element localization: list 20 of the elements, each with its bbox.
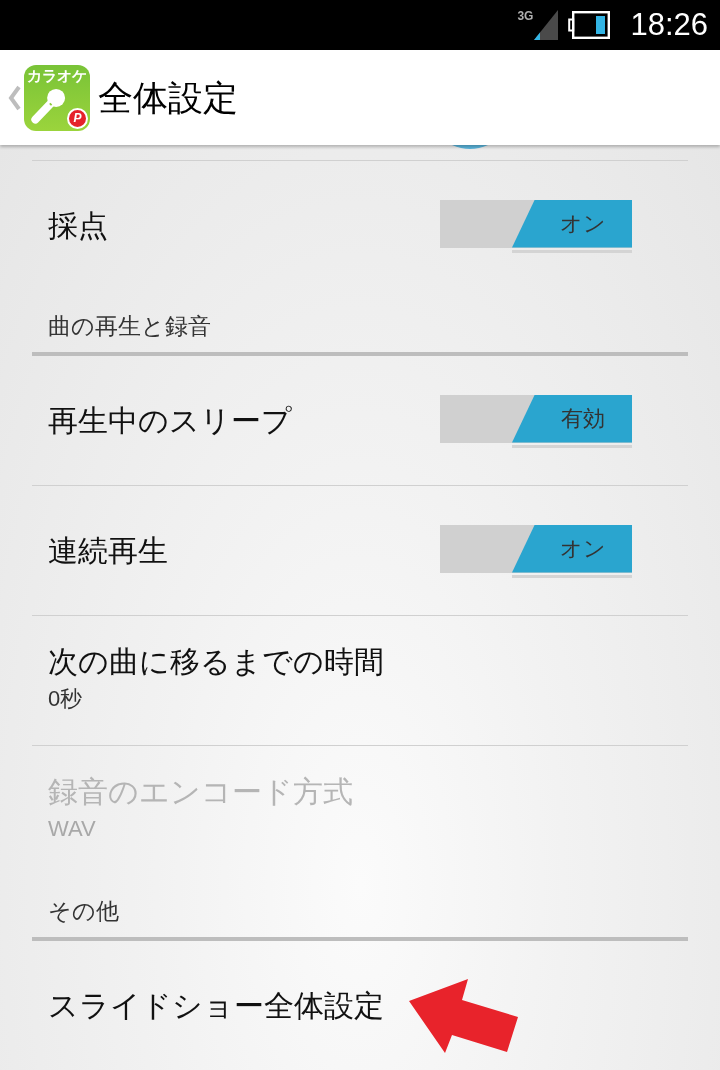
- app-icon-badge: P: [67, 107, 88, 129]
- setting-title[interactable]: 採点: [48, 207, 108, 244]
- app-icon-label: カラオケ: [26, 66, 88, 85]
- clock-time: 18:26: [630, 7, 708, 43]
- setting-title[interactable]: 連続再生: [48, 532, 168, 569]
- setting-summary: WAV: [48, 816, 96, 842]
- setting-title[interactable]: 再生中のスリープ: [48, 402, 292, 439]
- signal-icon: [534, 10, 559, 40]
- setting-title[interactable]: スライドショー全体設定: [48, 987, 384, 1024]
- network-type-label: 3G: [517, 9, 534, 23]
- battery-icon: [568, 11, 611, 39]
- screen-title: 全体設定: [98, 76, 238, 119]
- category-header: その他: [48, 897, 119, 925]
- setting-summary: 0秒: [48, 686, 83, 712]
- back-chevron-icon[interactable]: [8, 84, 22, 111]
- setting-title[interactable]: 次の曲に移るまでの時間: [48, 644, 384, 680]
- microphone-icon: [30, 87, 66, 124]
- category-header: 曲の再生と録音: [48, 312, 211, 340]
- app-icon[interactable]: カラオケ P: [24, 64, 90, 131]
- slider-thumb-icon: [452, 145, 488, 149]
